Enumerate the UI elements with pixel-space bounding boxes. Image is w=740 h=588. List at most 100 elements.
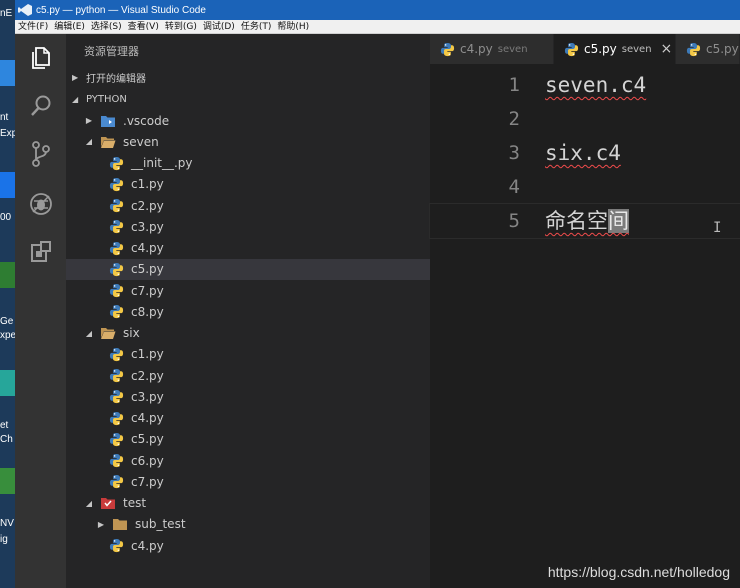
chevron-down-icon[interactable]: ◢ (84, 329, 94, 338)
code-line[interactable]: 3 six.c4 (430, 136, 740, 170)
desktop-icon-label: 00 (0, 212, 12, 223)
source-control-button[interactable] (15, 130, 66, 178)
activity-bar (15, 34, 66, 588)
desktop-icon-label: nt (0, 112, 9, 123)
tree-file-item[interactable]: c7.py (66, 471, 430, 492)
tree-file-item[interactable]: c1.py (66, 344, 430, 365)
file-type-icon (100, 134, 116, 150)
search-button[interactable] (15, 82, 66, 130)
menu-item[interactable]: 文件(F) (15, 21, 51, 33)
code-text: 命名空间 (545, 204, 629, 238)
chevron-down-icon[interactable]: ◢ (84, 499, 94, 508)
line-number: 3 (508, 142, 520, 164)
tab-folder-description: seven (497, 43, 528, 55)
tree-item-label: c2.py (131, 198, 164, 213)
tree-folder-item[interactable]: ▶ .vscode (66, 110, 430, 131)
line-number: 2 (508, 108, 520, 130)
tab-filename: c5.py (584, 42, 617, 56)
tree-item-label: __init__.py (131, 156, 193, 170)
tree-file-item[interactable]: c8.py (66, 301, 430, 322)
menu-item[interactable]: 选择(S) (88, 21, 125, 33)
python-file-icon (109, 453, 123, 468)
tree-item-label: c5.py (131, 262, 164, 277)
code-editor[interactable]: 1 seven.c4 2 3 six.c4 4 5 命名空间 (429, 64, 740, 588)
folder-vscode-icon (101, 115, 115, 127)
menu-bar: 文件(F) 编辑(E) 选择(S) 查看(V) 转到(G) 调试(D) 任务(T) 帮助(H) (15, 20, 740, 34)
file-type-icon (108, 261, 124, 277)
desktop-shortcut-icon[interactable] (0, 172, 15, 198)
desktop-icon-label: Ge (0, 316, 14, 327)
close-icon[interactable]: × (661, 41, 673, 57)
code-line[interactable]: 2 (430, 102, 740, 136)
menu-item[interactable]: 转到(G) (162, 21, 200, 33)
tree-file-item[interactable]: c3.py (66, 216, 430, 237)
editor-tab[interactable]: c5.py seven × (554, 34, 676, 64)
tree-file-item[interactable]: c4.py (66, 535, 430, 556)
workspace-section[interactable]: ◢ PYTHON (66, 88, 430, 110)
menu-item[interactable]: 帮助(H) (274, 21, 312, 33)
explorer-button[interactable] (15, 34, 66, 82)
chevron-right-icon: ▶ (72, 72, 79, 82)
code-line[interactable]: 5 命名空间 (429, 203, 740, 239)
debug-button[interactable] (15, 180, 66, 228)
tree-file-item[interactable]: c3.py (66, 386, 430, 407)
tree-file-item[interactable]: __init__.py (66, 153, 430, 174)
desktop-icon-label: nE (0, 8, 13, 19)
python-file-icon (440, 42, 455, 57)
tree-folder-item[interactable]: ◢ six (66, 323, 430, 344)
tree-folder-item[interactable]: ◢ seven (66, 131, 430, 152)
python-file-icon (109, 390, 123, 404)
editor-tab[interactable]: c5.py (676, 34, 740, 64)
python-file-icon (109, 198, 123, 213)
tree-file-item[interactable]: c1.py (66, 174, 430, 195)
tree-item-label: c7.py (131, 474, 164, 489)
code-line[interactable]: 4 (430, 170, 740, 204)
menu-item[interactable]: 调试(D) (200, 21, 238, 33)
tree-file-item[interactable]: c6.py (66, 450, 430, 471)
python-file-icon (109, 305, 123, 319)
tree-folder-item[interactable]: ▶ sub_test (66, 514, 430, 535)
tree-item-label: c1.py (131, 347, 164, 362)
desktop-shortcut-icon[interactable] (0, 370, 15, 396)
file-type-icon (100, 325, 116, 341)
desktop-shortcut-icon[interactable] (0, 262, 15, 288)
code-line[interactable]: 1 seven.c4 (430, 68, 740, 102)
workspace-label: PYTHON (86, 93, 127, 105)
extensions-button[interactable] (15, 228, 66, 276)
menu-item[interactable]: 查看(V) (125, 21, 162, 33)
chevron-right-icon[interactable]: ▶ (96, 520, 106, 529)
tree-file-item[interactable]: c5.py (66, 429, 430, 450)
python-file-icon (564, 42, 579, 57)
window-title: c5.py — python — Visual Studio Code (36, 4, 206, 16)
tree-file-item[interactable]: c4.py (66, 408, 430, 429)
tree-file-item[interactable]: c7.py (66, 280, 430, 301)
tree-item-label: c1.py (131, 177, 164, 192)
editor-tab[interactable]: c4.py seven (430, 34, 554, 64)
desktop-icon-label: Exp (0, 128, 15, 139)
desktop-shortcut-icon[interactable] (0, 468, 15, 494)
tree-file-item[interactable]: c4.py (66, 238, 430, 259)
file-type-icon (112, 516, 128, 532)
file-type-icon (108, 283, 124, 299)
file-type-icon (100, 113, 116, 129)
code-token: seven.c4 (545, 73, 647, 97)
code-token: six.c4 (545, 141, 621, 165)
desktop-shortcut-icon[interactable] (0, 60, 15, 86)
menu-item[interactable]: 任务(T) (238, 21, 275, 33)
tree-folder-item[interactable]: ◢ test (66, 493, 430, 514)
explorer-sidebar: 资源管理器 ▶ 打开的编辑器 ◢ PYTHON ▶ .vscode ◢ seven __… (66, 34, 430, 588)
open-editors-section[interactable]: ▶ 打开的编辑器 (66, 66, 430, 88)
file-type-icon (108, 240, 124, 256)
search-icon (30, 95, 50, 116)
menu-item[interactable]: 编辑(E) (51, 21, 88, 33)
line-number: 5 (508, 210, 520, 232)
chevron-down-icon[interactable]: ◢ (84, 137, 94, 146)
chevron-right-icon[interactable]: ▶ (84, 116, 94, 125)
tree-file-item[interactable]: c2.py (66, 365, 430, 386)
python-file-icon (109, 368, 123, 383)
tab-filename: c5.py (706, 42, 739, 56)
tree-file-item[interactable]: c2.py (66, 195, 430, 216)
vscode-logo-icon (18, 4, 32, 16)
tree-file-item[interactable]: c5.py (66, 258, 430, 280)
tab-bar: c4.py seven c5.py seven × c5.py (430, 34, 740, 64)
